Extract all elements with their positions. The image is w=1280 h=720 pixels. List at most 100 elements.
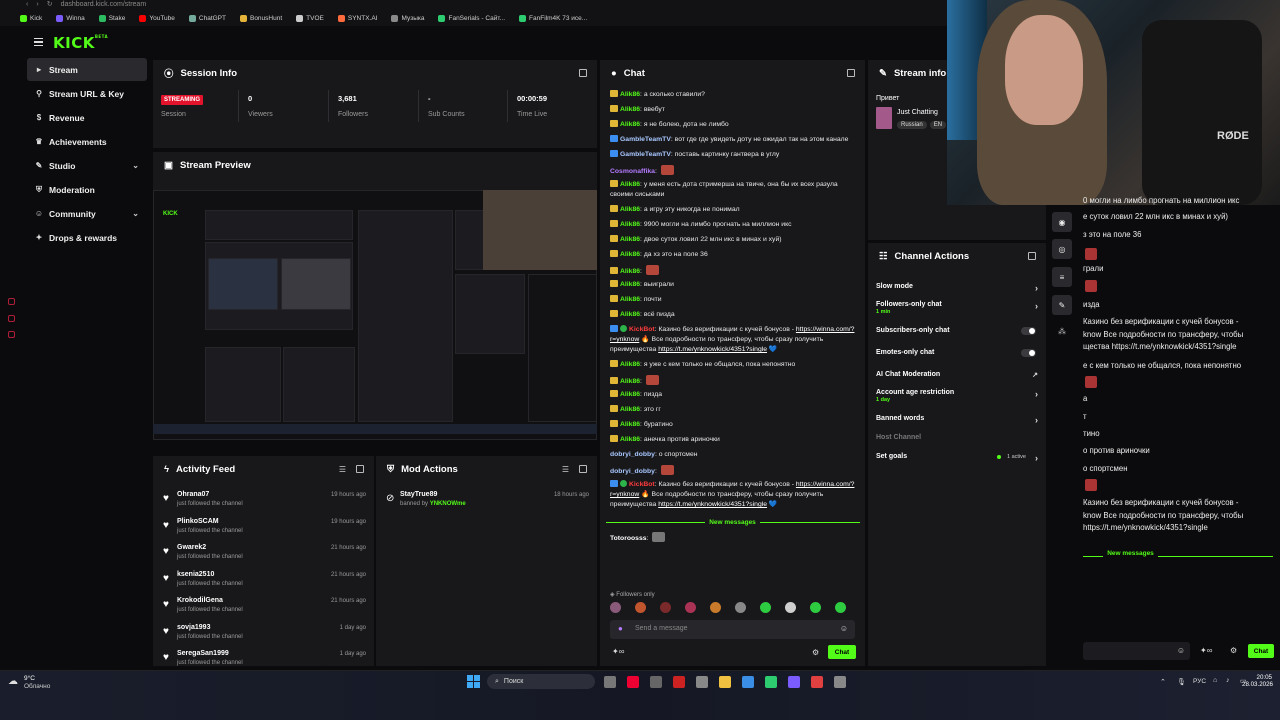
chat-message[interactable]: KickBot: Казино без верификации с кучей …: [610, 325, 862, 355]
popout-chat-message[interactable]: о против ариночки: [1083, 445, 1278, 456]
side-indicator-icon[interactable]: [8, 298, 15, 305]
chat-username[interactable]: Alik86: [620, 361, 640, 368]
activity-item[interactable]: ♥ Ohrana07 just followed the channel 19 hou…: [153, 488, 374, 515]
mod-action-item[interactable]: ⊘ StayTrue89 banned by YNKNOWme 18 hours ag…: [376, 488, 597, 515]
emote-icon[interactable]: [610, 602, 621, 613]
emote-icon[interactable]: [660, 602, 671, 613]
bookmark-item[interactable]: BonusHunt: [239, 14, 282, 22]
chat-username[interactable]: Alik86: [620, 421, 640, 428]
bookmark-item[interactable]: YouTube: [139, 14, 175, 22]
popout-chat-message[interactable]: [1083, 479, 1278, 492]
chat-username[interactable]: Alik86: [620, 391, 640, 398]
chat-message[interactable]: Alik86: я уже с кем только не общался, п…: [610, 360, 862, 370]
chat-message[interactable]: dobryi_dobby:: [610, 465, 862, 477]
settings-icon[interactable]: ⚙: [812, 648, 819, 657]
chat-username[interactable]: Alik86: [620, 281, 640, 288]
address-bar[interactable]: ‹ › ↻ dashboard.kick.com/stream: [26, 0, 926, 9]
chat-username[interactable]: Alik86: [620, 221, 640, 228]
emote-icon[interactable]: [735, 602, 746, 613]
language-indicator[interactable]: РУС: [1193, 678, 1206, 685]
taskbar-app-icon[interactable]: [742, 676, 754, 688]
popout-chat-message[interactable]: https://t.me/ynknowkick/4351?single: [1083, 522, 1278, 533]
activity-item[interactable]: ♥ PlinkoSCAM just followed the channel 19 h…: [153, 515, 374, 542]
bookmark-item[interactable]: Музыка: [391, 14, 424, 22]
chat-username[interactable]: GambleTeamTV: [620, 136, 671, 143]
send-chat-button[interactable]: Chat: [828, 645, 856, 659]
popout-chat-message[interactable]: грали: [1083, 263, 1278, 274]
activity-item[interactable]: ♥ Gwarek2 just followed the channel 21 hour…: [153, 541, 374, 568]
chat-username[interactable]: Alik86: [620, 181, 640, 188]
sidebar-item-moderation[interactable]: ⛨ Moderation: [27, 178, 147, 201]
sidebar-item-stream-url-key[interactable]: ⚲ Stream URL & Key: [27, 82, 147, 105]
emoji-icon[interactable]: ☺: [1177, 646, 1185, 655]
windows-start-icon[interactable]: [467, 675, 480, 688]
bookmark-item[interactable]: SYNTX.AI: [337, 14, 377, 22]
sidebar-item-stream[interactable]: ▸ Stream: [27, 58, 147, 81]
side-indicator-icon[interactable]: [8, 331, 15, 338]
chat-message[interactable]: Alik86: ввебут: [610, 105, 862, 115]
chat-message[interactable]: Alik86: у меня есть дота стримерша на тв…: [610, 180, 862, 200]
popout-icon[interactable]: [579, 465, 587, 473]
chat-message[interactable]: Alik86: это гг: [610, 405, 862, 415]
chat-message[interactable]: Alik86: всё пизда: [610, 310, 862, 320]
popout-icon[interactable]: [579, 69, 587, 77]
channel-action-host-channel[interactable]: Host Channel: [876, 434, 1036, 441]
chat-username[interactable]: Alik86: [620, 296, 640, 303]
popout-chat-message[interactable]: [1083, 280, 1278, 293]
channel-action-set-goals[interactable]: Set goals › 1 active: [876, 453, 1038, 463]
taskbar-app-icon[interactable]: [834, 676, 846, 688]
chat-message[interactable]: Alik86: да хз это на поле 36: [610, 250, 862, 260]
channel-action-banned-words[interactable]: Banned words ›: [876, 415, 1038, 425]
taskbar-app-icon[interactable]: [765, 676, 777, 688]
chat-message[interactable]: Alik86: а сколько ставили?: [610, 90, 862, 100]
points-icon[interactable]: ✦∞: [1200, 646, 1212, 655]
activity-item[interactable]: ♥ ksenia2510 just followed the channel 21 h…: [153, 568, 374, 595]
forward-icon[interactable]: ›: [36, 1, 38, 8]
microphone-icon[interactable]: 🎙: [1177, 678, 1186, 686]
emote-icon[interactable]: [635, 602, 646, 613]
taskbar-app-icon[interactable]: [650, 676, 662, 688]
popout-chat-message[interactable]: Казино без верификации с кучей бонусов -: [1083, 497, 1278, 508]
chat-username[interactable]: Cosmonaffika: [610, 168, 655, 175]
menu-icon[interactable]: [34, 38, 43, 46]
send-chat-button[interactable]: Chat: [1248, 644, 1274, 658]
filter-icon[interactable]: ☰: [562, 465, 569, 474]
chat-link[interactable]: https://t.me/ynknowkick/4351?single: [658, 501, 767, 508]
sidebar-item-achievements[interactable]: ♛ Achievements: [27, 130, 147, 153]
popout-chat-message[interactable]: изда: [1083, 299, 1278, 310]
popout-chat-message[interactable]: о спортсмен: [1083, 463, 1278, 474]
chat-username[interactable]: Alik86: [620, 121, 640, 128]
popout-chat-message[interactable]: е с кем только не общался, пока непонятн…: [1083, 360, 1278, 371]
bookmark-item[interactable]: TVOE: [296, 14, 324, 22]
chat-username[interactable]: Alik86: [620, 268, 640, 275]
popout-chat-message[interactable]: Казино без верификации с кучей бонусов -: [1083, 316, 1278, 327]
settings-icon[interactable]: ⚙: [1230, 646, 1237, 655]
users-icon[interactable]: ⁂: [1058, 327, 1066, 336]
weather-icon[interactable]: ☁: [8, 676, 18, 687]
chat-message[interactable]: Alik86: почти: [610, 295, 862, 305]
chat-username[interactable]: dobryi_dobby: [610, 468, 655, 475]
chat-username[interactable]: Alik86: [620, 236, 640, 243]
popout-chat-message[interactable]: know Все подробности по трансферу, чтобы: [1083, 329, 1278, 340]
taskbar-app-icon[interactable]: [627, 676, 639, 688]
chat-input[interactable]: ● Send a message ☺: [610, 620, 855, 639]
popout-chat-message[interactable]: е суток ловил 22 млн икс в минах и хуй): [1083, 211, 1278, 222]
chat-message[interactable]: Alik86: а игру эту никогда не понимал: [610, 205, 862, 215]
activity-item[interactable]: ♥ sovja1993 just followed the channel 1 day…: [153, 621, 374, 648]
chat-username[interactable]: Alik86: [620, 406, 640, 413]
stream-preview-video[interactable]: KICK: [153, 190, 597, 440]
sidebar-item-studio[interactable]: ✎ Studio ⌄: [27, 154, 147, 177]
sidebar-item-drops-rewards[interactable]: ✦ Drops & rewards: [27, 226, 147, 249]
toggle-switch[interactable]: [1021, 327, 1036, 335]
popout-chat-message[interactable]: 0 могли на лимбо прогнать на миллион икс: [1083, 195, 1278, 206]
category-name[interactable]: Just Chatting: [897, 109, 938, 116]
bookmark-item[interactable]: Kick: [20, 14, 42, 22]
chat-username[interactable]: Alik86: [620, 106, 640, 113]
popout-chat-message[interactable]: know Все подробности по трансферу, чтобы: [1083, 510, 1278, 521]
popout-icon[interactable]: [1028, 252, 1036, 260]
chat-message[interactable]: Alik86: пизда: [610, 390, 862, 400]
popout-chat-input[interactable]: ☺: [1083, 642, 1190, 660]
emote-icon[interactable]: [785, 602, 796, 613]
sidebar-item-community[interactable]: ☺ Community ⌄: [27, 202, 147, 225]
url-text[interactable]: dashboard.kick.com/stream: [61, 1, 147, 8]
